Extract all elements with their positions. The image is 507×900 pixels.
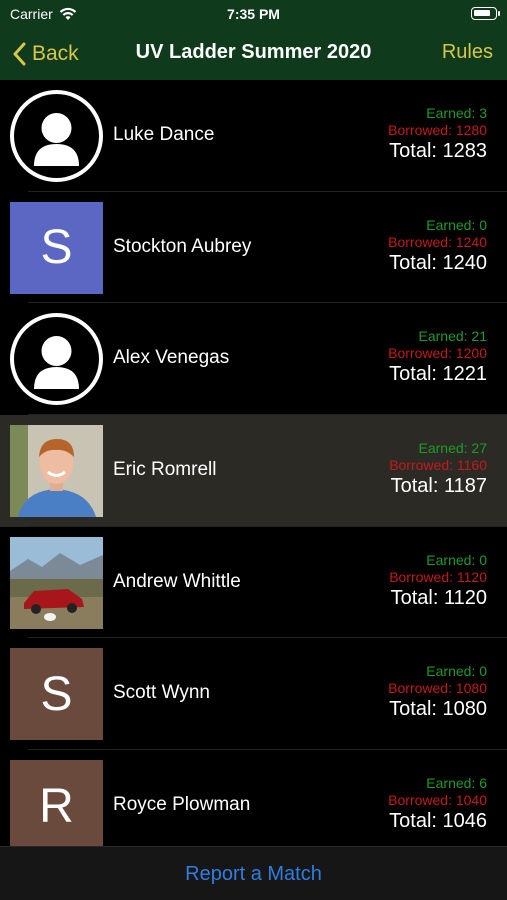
earned-points: Earned: 3 xyxy=(426,105,487,121)
earned-points: Earned: 6 xyxy=(426,775,487,792)
avatar: S xyxy=(10,648,103,741)
avatar: R xyxy=(10,760,103,846)
chevron-left-icon xyxy=(13,42,26,66)
player-stats: Earned: 21 Borrowed: 1200 Total: 1221 xyxy=(388,328,487,386)
borrowed-points: Borrowed: 1200 xyxy=(388,345,487,362)
player-name: Andrew Whittle xyxy=(113,570,241,592)
earned-points: Earned: 0 xyxy=(426,216,487,233)
status-bar: Carrier 7:35 PM xyxy=(0,0,507,28)
total-points: Total: 1240 xyxy=(389,251,487,274)
clock: 7:35 PM xyxy=(227,6,280,22)
player-row[interactable]: Andrew Whittle Earned: 0 Borrowed: 1120 Tot… xyxy=(0,527,507,639)
player-name: Eric Romrell xyxy=(113,459,217,481)
player-row[interactable]: Alex Venegas Earned: 21 Borrowed: 1200 Tota… xyxy=(0,303,507,416)
player-name: Alex Venegas xyxy=(113,347,230,369)
player-stats: Earned: 6 Borrowed: 1040 Total: 1046 xyxy=(388,775,487,833)
borrowed-points: Borrowed: 1240 xyxy=(388,233,487,250)
total-points: Total: 1221 xyxy=(389,363,487,386)
player-stats: Earned: 27 Borrowed: 1160 Total: 1187 xyxy=(389,440,487,498)
borrowed-points: Borrowed: 1080 xyxy=(388,680,487,697)
total-points: Total: 1187 xyxy=(390,475,487,498)
player-stats: Earned: 0 Borrowed: 1080 Total: 1080 xyxy=(388,663,487,721)
player-name: Scott Wynn xyxy=(113,682,210,704)
default-avatar-icon xyxy=(34,336,79,390)
earned-points: Earned: 0 xyxy=(426,551,487,568)
player-row[interactable]: Luke Dance Earned: 3 Borrowed: 1280 Total: … xyxy=(0,80,507,192)
player-stats: Earned: 0 Borrowed: 1240 Total: 1240 xyxy=(388,217,487,275)
bottom-toolbar: Report a Match xyxy=(0,846,507,900)
avatar xyxy=(10,536,103,629)
player-row[interactable]: R Royce Plowman Earned: 6 Borrowed: 1040 Tot… xyxy=(0,750,507,846)
total-points: Total: 1120 xyxy=(390,586,487,609)
navigation-bar: Back UV Ladder Summer 2020 Rules xyxy=(0,28,507,80)
avatar: S xyxy=(10,201,103,294)
earned-points: Earned: 0 xyxy=(426,663,487,680)
player-stats: Earned: 0 Borrowed: 1120 Total: 1120 xyxy=(389,552,487,610)
borrowed-points: Borrowed: 1120 xyxy=(389,568,487,585)
avatar xyxy=(10,425,103,518)
player-row[interactable]: S Stockton Aubrey Earned: 0 Borrowed: 1240 T… xyxy=(0,192,507,304)
total-points: Total: 1046 xyxy=(389,810,487,833)
battery-icon xyxy=(471,7,500,20)
avatar xyxy=(10,313,103,406)
player-name: Royce Plowman xyxy=(113,794,251,816)
avatar-initial: S xyxy=(40,667,73,721)
back-label: Back xyxy=(32,42,79,65)
profile-photo xyxy=(10,536,103,629)
avatar-initial: R xyxy=(39,779,74,833)
player-row[interactable]: S Scott Wynn Earned: 0 Borrowed: 1080 Total:… xyxy=(0,638,507,751)
player-stats: Earned: 3 Borrowed: 1280 Total: 1283 xyxy=(388,105,487,163)
borrowed-points: Borrowed: 1280 xyxy=(388,122,487,138)
player-name: Stockton Aubrey xyxy=(113,235,252,257)
battery-level xyxy=(474,10,490,16)
player-name: Luke Dance xyxy=(113,124,215,145)
back-button[interactable]: Back xyxy=(12,38,79,70)
player-row[interactable]: Eric Romrell Earned: 27 Borrowed: 1160 Tota… xyxy=(0,415,507,527)
earned-points: Earned: 21 xyxy=(418,328,488,345)
report-match-button[interactable]: Report a Match xyxy=(0,863,507,886)
avatar-initial: S xyxy=(40,221,73,275)
total-points: Total: 1080 xyxy=(389,698,487,721)
avatar xyxy=(10,90,103,182)
earned-points: Earned: 27 xyxy=(418,440,488,457)
default-avatar-icon xyxy=(34,113,79,166)
borrowed-points: Borrowed: 1160 xyxy=(389,457,487,474)
total-points: Total: 1283 xyxy=(389,140,487,162)
ladder-list[interactable]: Luke Dance Earned: 3 Borrowed: 1280 Total: … xyxy=(0,80,507,846)
rules-button[interactable]: Rules xyxy=(442,41,493,64)
profile-photo xyxy=(10,425,103,518)
borrowed-points: Borrowed: 1040 xyxy=(388,792,487,809)
